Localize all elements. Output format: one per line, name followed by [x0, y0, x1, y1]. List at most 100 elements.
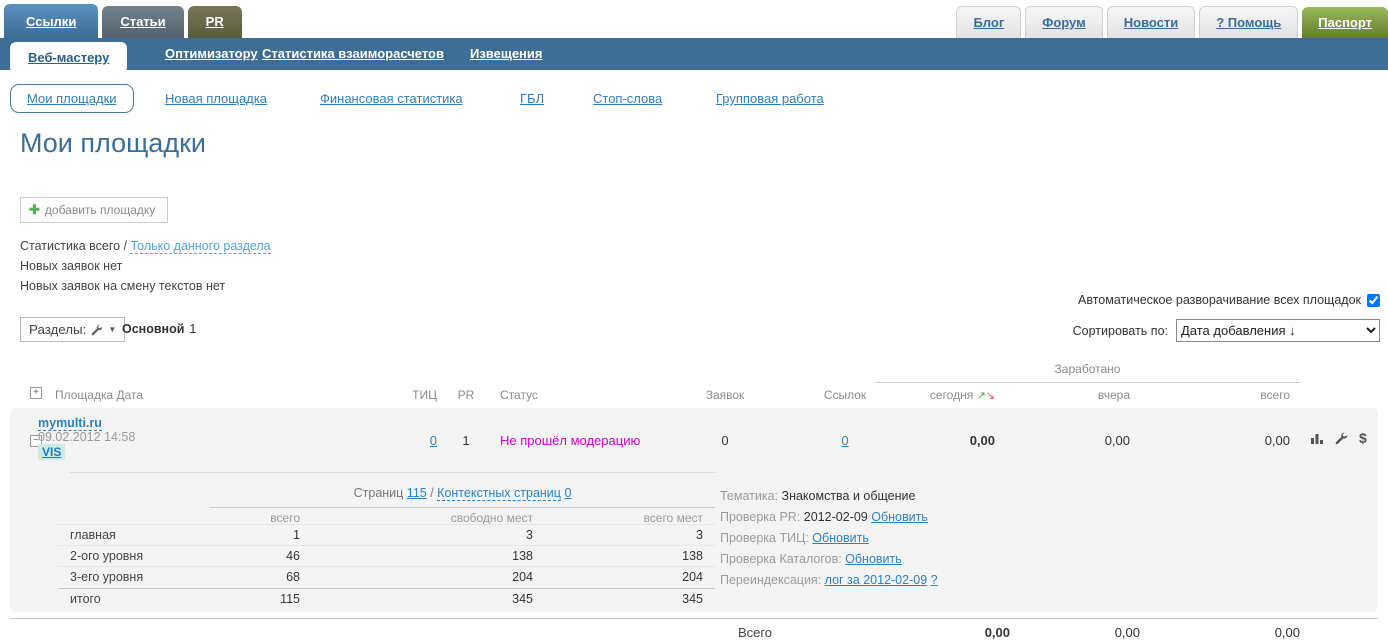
pages-col-total: всего: [150, 511, 300, 525]
header-today: сегодня ↗↘: [900, 388, 995, 402]
tab-settlement-stats[interactable]: Статистика взаиморасчетов: [262, 46, 444, 61]
section-count: 1: [189, 322, 196, 336]
pr-update-link[interactable]: Обновить: [871, 510, 928, 524]
tab-links[interactable]: Ссылки: [4, 4, 98, 38]
pages-title-prefix: Страниц: [354, 486, 407, 500]
subnav-group-work[interactable]: Групповая работа: [716, 91, 824, 106]
subnav-new-site[interactable]: Новая площадка: [165, 91, 267, 106]
pages-table-total-divider: [58, 588, 715, 589]
my-sites-page: Ссылки Статьи PR Блог Форум Новости ? По…: [0, 0, 1388, 644]
pages-cell: 115: [150, 592, 300, 606]
tic-value-link[interactable]: 0: [430, 433, 437, 448]
top-tabs-right: Блог Форум Новости ? Помощь Паспорт: [956, 6, 1388, 38]
sort-label: Сортировать по:: [1073, 324, 1168, 338]
vis-badge[interactable]: VIS: [38, 444, 65, 460]
pages-cell: 204: [553, 570, 703, 584]
subnav-my-sites[interactable]: Мои площадки: [10, 84, 134, 113]
context-pages-link[interactable]: Контекстных страниц: [437, 486, 561, 501]
stats-line1: Статистика всего / Только данного раздел…: [20, 236, 271, 256]
header-status: Статус: [500, 388, 538, 402]
auto-expand-checkbox[interactable]: [1367, 294, 1380, 307]
pages-col-all-slots: всего мест: [553, 511, 703, 525]
site-details: Тематика: Знакомства и общение Проверка …: [720, 486, 938, 591]
header-earned-group: Заработано: [875, 362, 1300, 383]
tab-pr[interactable]: PR: [188, 6, 242, 38]
subnav-fin-stats[interactable]: Финансовая статистика: [320, 91, 463, 106]
tab-webmaster[interactable]: Веб-мастеру: [10, 42, 127, 73]
pages-cell: 3: [553, 528, 703, 542]
row-tools: $: [1310, 430, 1367, 446]
top-bar: Ссылки Статьи PR Блог Форум Новости ? По…: [0, 0, 1388, 38]
tic-update-link[interactable]: Обновить: [812, 531, 869, 545]
totals-label: Всего: [720, 625, 790, 640]
site-row-card: − mymulti.ru 09.02.2012 14:58 VIS 0 1 Не…: [10, 408, 1378, 612]
catalog-update-link[interactable]: Обновить: [845, 552, 902, 566]
links-value-link[interactable]: 0: [841, 433, 848, 448]
reindex-help-link[interactable]: ?: [931, 573, 938, 587]
sort-desc-icon[interactable]: ↘: [986, 390, 995, 402]
auto-expand-label: Автоматическое разворачивание всех площа…: [1078, 293, 1361, 307]
sort-row: Сортировать по: Дата добавления ↓: [1073, 319, 1380, 342]
catalog-check-line: Проверка Каталогов: Обновить: [720, 549, 938, 570]
totals-divider: [10, 618, 1378, 619]
header-requests: Заявок: [690, 388, 760, 402]
tab-notifications[interactable]: Извещения: [470, 46, 542, 61]
dollar-icon[interactable]: $: [1359, 430, 1367, 446]
theme-label: Тематика:: [720, 489, 782, 503]
header-today-label: сегодня: [930, 388, 973, 402]
sort-select[interactable]: Дата добавления ↓: [1176, 319, 1380, 342]
today-value: 0,00: [900, 433, 995, 448]
yesterday-value: 0,00: [1035, 433, 1130, 448]
header-yesterday: вчера: [1035, 388, 1130, 402]
tab-blog[interactable]: Блог: [956, 6, 1021, 38]
tab-passport[interactable]: Паспорт: [1302, 7, 1388, 38]
header-total: всего: [1195, 388, 1290, 402]
pages-col-free-slots: свободно мест: [383, 511, 533, 525]
chart-icon[interactable]: [1310, 431, 1324, 445]
pages-title-sep: /: [427, 486, 437, 500]
only-section-link[interactable]: Только данного раздела: [130, 239, 270, 254]
pages-table-divider: [58, 566, 715, 567]
tab-optimizer[interactable]: Оптимизатору: [165, 46, 258, 61]
pages-cell: 204: [383, 570, 533, 584]
requests-value: 0: [690, 433, 760, 448]
tab-forum[interactable]: Форум: [1025, 6, 1102, 38]
pages-cell: 345: [553, 592, 703, 606]
stats-line1-prefix: Статистика всего /: [20, 239, 130, 253]
site-date: 09.02.2012 14:58: [38, 430, 135, 444]
page-title: Мои площадки: [20, 128, 206, 159]
subnav-stop-words[interactable]: Стоп-слова: [593, 91, 662, 106]
expand-all-icon[interactable]: +: [30, 387, 42, 399]
pages-count-link[interactable]: 115: [407, 486, 427, 500]
context-pages-count-link[interactable]: 0: [564, 486, 571, 500]
section-current: Основной 1: [122, 322, 196, 336]
section-name: Основной: [122, 322, 184, 336]
sections-button[interactable]: Разделы: ▼: [20, 317, 125, 342]
chevron-down-icon: ▼: [108, 325, 116, 334]
reindex-log-link[interactable]: лог за 2012-02-09: [825, 573, 928, 587]
add-site-button[interactable]: ✚ добавить площадку: [20, 197, 168, 223]
plus-icon: ✚: [29, 202, 40, 218]
catalog-check-label: Проверка Каталогов:: [720, 552, 845, 566]
tic-check-label: Проверка ТИЦ:: [720, 531, 812, 545]
wrench-icon: [91, 324, 103, 336]
site-cell: mymulti.ru 09.02.2012 14:58 VIS: [38, 416, 135, 460]
totals-today: 0,00: [905, 625, 1010, 640]
pages-row-label: итого: [70, 592, 101, 606]
tic-check-line: Проверка ТИЦ: Обновить: [720, 528, 938, 549]
pr-value: 1: [450, 433, 482, 448]
subnav-gbl[interactable]: ГБЛ: [520, 91, 544, 106]
header-tic: ТИЦ: [380, 388, 437, 402]
pages-cell: 3: [383, 528, 533, 542]
site-domain-link[interactable]: mymulti.ru: [38, 416, 102, 431]
theme-line: Тематика: Знакомства и общение: [720, 486, 938, 507]
tab-news[interactable]: Новости: [1107, 6, 1196, 38]
total-value: 0,00: [1195, 433, 1290, 448]
pages-table-divider: [58, 524, 715, 525]
auto-expand-row: Автоматическое разворачивание всех площа…: [1078, 293, 1380, 307]
tab-help[interactable]: ? Помощь: [1199, 6, 1298, 38]
sort-asc-icon[interactable]: ↗: [977, 390, 986, 402]
tab-articles[interactable]: Статьи: [102, 6, 183, 38]
pr-check-line: Проверка PR: 2012-02-09 Обновить: [720, 507, 938, 528]
wrench-icon[interactable]: [1335, 432, 1348, 445]
